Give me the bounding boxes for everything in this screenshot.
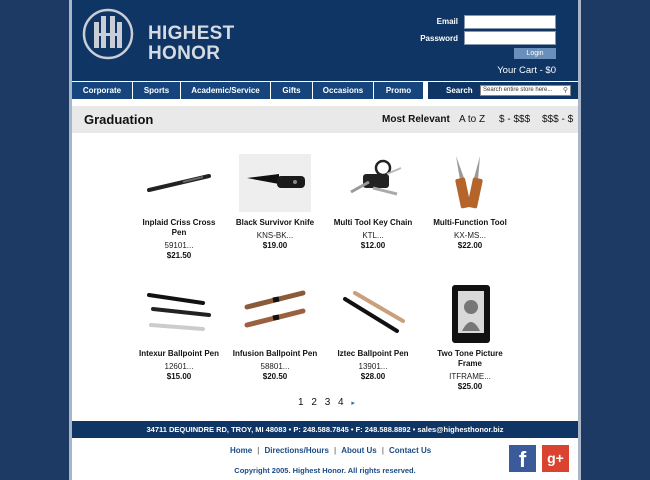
product-price: $15.00	[166, 372, 192, 381]
nav-item-gifts[interactable]: Gifts	[271, 82, 313, 99]
pens-icon[interactable]	[239, 285, 311, 343]
email-label: Email	[436, 17, 458, 26]
logo-emblem-icon	[82, 8, 134, 60]
title-bar: Graduation Most Relevant A to Z $ - $$$ …	[72, 106, 578, 133]
product-name[interactable]: Multi Tool Key Chain	[329, 218, 417, 228]
product-card[interactable]: Multi-Function Tool KX-MS... $22.00	[426, 154, 514, 251]
logo-text: HIGHEST HONOR	[148, 24, 235, 64]
footer-link-directions[interactable]: Directions/Hours	[264, 446, 328, 455]
sort-high-low[interactable]: $$$ - $	[542, 114, 573, 125]
product-price: $25.00	[457, 382, 483, 391]
product-name[interactable]: Black Survivor Knife	[231, 218, 319, 228]
sort-most-relevant[interactable]: Most Relevant	[382, 114, 450, 125]
copyright: Copyright 2005. Highest Honor. All right…	[234, 466, 416, 475]
product-name[interactable]: Infusion Ballpoint Pen	[231, 349, 319, 359]
logo-text-line2: HONOR	[148, 43, 221, 64]
product-card[interactable]: Black Survivor Knife KNS-BK... $19.00	[231, 154, 319, 251]
sort-low-high[interactable]: $ - $$$	[499, 114, 530, 125]
logo[interactable]: HIGHEST HONOR	[82, 8, 234, 64]
pens-icon[interactable]	[143, 285, 215, 343]
product-price: $20.50	[262, 372, 288, 381]
cart-link[interactable]: Your Cart - $0	[497, 65, 556, 76]
product-card[interactable]: Multi Tool Key Chain KTL... $12.00	[329, 154, 417, 251]
search-placeholder: Search entire store here...	[483, 87, 553, 93]
pens-icon[interactable]	[337, 285, 409, 343]
product-price: $21.50	[166, 251, 192, 260]
keychain-tool-icon[interactable]	[337, 154, 409, 212]
pagination: 1 2 3 4 ▸	[298, 397, 360, 408]
page-link-2[interactable]: 2	[311, 397, 317, 408]
product-sku: 59101...	[164, 241, 194, 250]
password-field[interactable]	[464, 31, 556, 45]
product-sku: 13901...	[358, 362, 388, 371]
product-name[interactable]: Inplaid Criss Cross Pen	[135, 218, 223, 238]
footer-link-about[interactable]: About Us	[341, 446, 377, 455]
product-name[interactable]: Two Tone Picture Frame	[426, 349, 514, 369]
product-card[interactable]: Two Tone Picture Frame ITFRAME... $25.00	[426, 285, 514, 392]
page-link-1[interactable]: 1	[298, 397, 304, 408]
nav-item-occasions[interactable]: Occasions	[313, 82, 374, 99]
nav-search: Search Search entire store here... ⚲	[428, 82, 578, 99]
footer-contact-bar: 34711 DEQUINDRE RD, TROY, MI 48083 • P: …	[72, 421, 578, 438]
page: HIGHEST HONOR Email Password Login Your …	[72, 0, 578, 480]
nav-item-promo[interactable]: Promo	[374, 82, 424, 99]
nav-item-sports[interactable]: Sports	[133, 82, 181, 99]
knife-icon[interactable]	[239, 154, 311, 212]
product-price: $28.00	[360, 372, 386, 381]
product-card[interactable]: Iztec Ballpoint Pen 13901... $28.00	[329, 285, 417, 382]
product-price: $12.00	[360, 241, 386, 250]
product-price: $22.00	[457, 241, 483, 250]
product-sku: 58801...	[260, 362, 290, 371]
product-card[interactable]: Inplaid Criss Cross Pen 59101... $21.50	[135, 154, 223, 261]
search-label: Search	[446, 86, 473, 95]
facebook-icon[interactable]: f	[509, 445, 536, 472]
product-sku: KX-MS...	[453, 231, 486, 240]
footer-link-contact[interactable]: Contact Us	[389, 446, 431, 455]
search-icon[interactable]: ⚲	[563, 86, 568, 95]
google-plus-icon[interactable]: g+	[542, 445, 569, 472]
footer-divider: |	[333, 446, 337, 455]
nav-item-corporate[interactable]: Corporate	[72, 82, 133, 99]
footer-divider: |	[381, 446, 385, 455]
product-card[interactable]: Intexur Ballpoint Pen 12601... $15.00	[135, 285, 223, 382]
footer-link-home[interactable]: Home	[230, 446, 252, 455]
footer-divider: |	[257, 446, 260, 455]
page-link-4[interactable]: 4	[338, 397, 344, 408]
product-card[interactable]: Infusion Ballpoint Pen 58801... $20.50	[231, 285, 319, 382]
multitool-icon[interactable]	[434, 154, 506, 212]
search-input[interactable]: Search entire store here... ⚲	[480, 85, 571, 96]
pen-icon[interactable]	[143, 154, 215, 212]
login-button[interactable]: Login	[514, 48, 556, 59]
product-name[interactable]: Multi-Function Tool	[426, 218, 514, 228]
sort-a-to-z[interactable]: A to Z	[459, 114, 485, 125]
product-price: $19.00	[262, 241, 288, 250]
product-sku: KTL...	[362, 231, 384, 240]
page-title: Graduation	[84, 112, 154, 127]
product-name[interactable]: Intexur Ballpoint Pen	[135, 349, 223, 359]
logo-text-line1: HIGHEST	[148, 23, 235, 44]
frame-icon[interactable]	[434, 285, 506, 343]
nav-item-academic[interactable]: Academic/Service	[181, 82, 271, 99]
product-sku: 12601...	[164, 362, 194, 371]
next-page-icon[interactable]: ▸	[351, 400, 355, 407]
password-label: Password	[420, 34, 458, 43]
header: HIGHEST HONOR Email Password Login Your …	[72, 0, 578, 81]
page-link-3[interactable]: 3	[325, 397, 331, 408]
product-sku: KNS-BK...	[256, 231, 294, 240]
product-name[interactable]: Iztec Ballpoint Pen	[329, 349, 417, 359]
email-field[interactable]	[464, 15, 556, 29]
main-nav: Corporate Sports Academic/Service Gifts …	[72, 81, 578, 100]
product-sku: ITFRAME...	[449, 372, 491, 381]
footer-links: Home | Directions/Hours | About Us | Contact U…	[230, 446, 431, 455]
